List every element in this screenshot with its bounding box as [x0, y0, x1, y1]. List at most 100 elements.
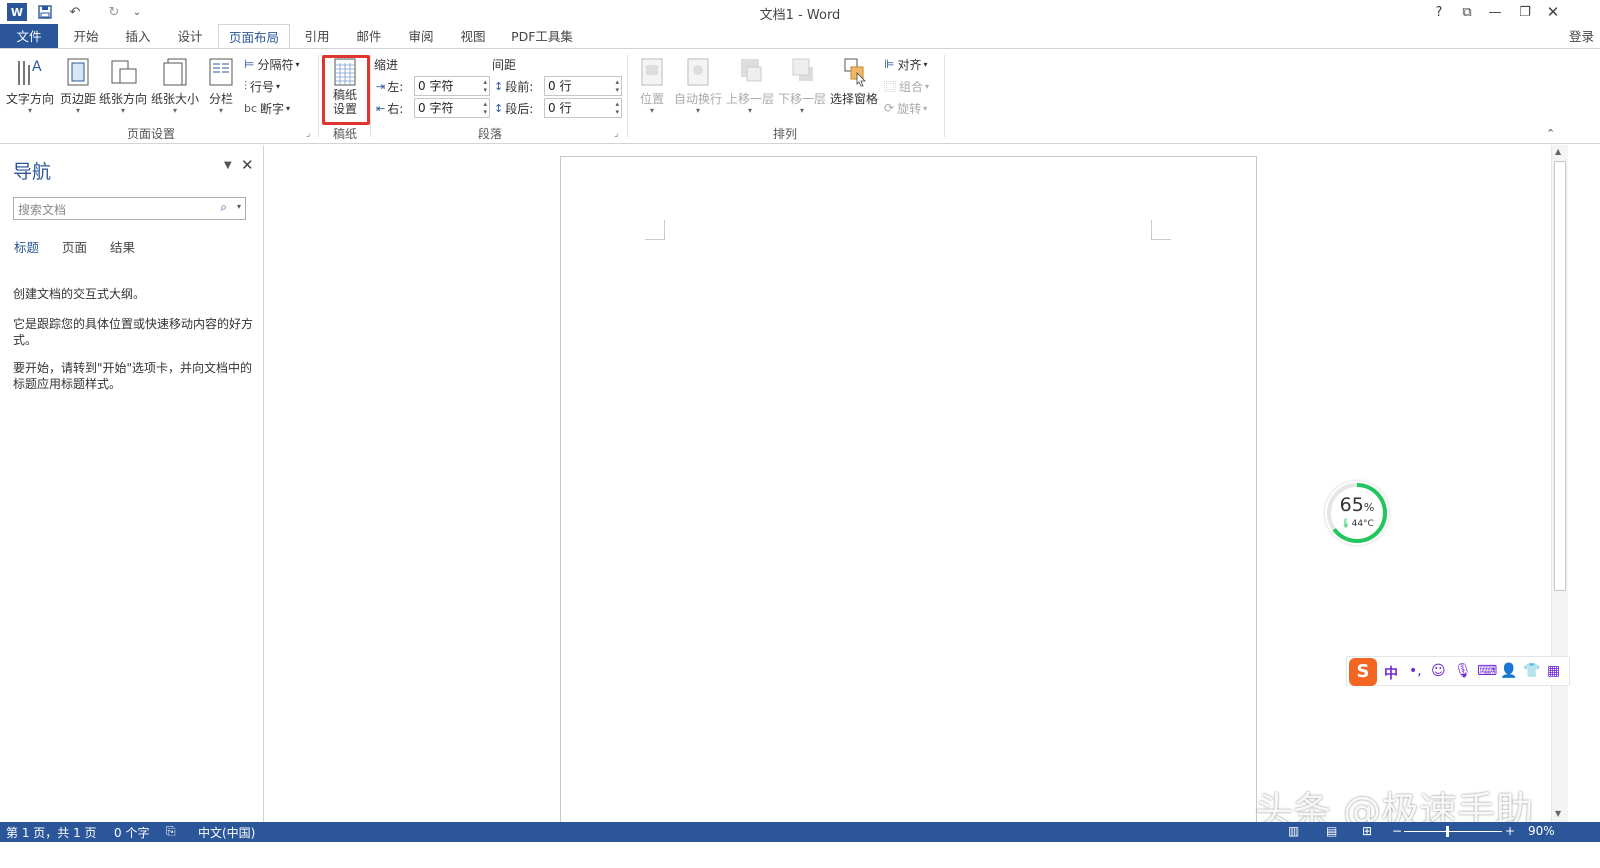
vertical-scrollbar[interactable]: ▲ ▼ [1551, 145, 1568, 822]
sign-in-link[interactable]: 登录 [1569, 26, 1594, 45]
spacing-after-input[interactable]: 0 行 ▴ ▾ [544, 98, 622, 118]
tab-home[interactable]: 开始 [62, 24, 110, 49]
group-label-manuscript: 稿纸 [332, 127, 357, 141]
zoom-in-button[interactable]: + [1505, 824, 1515, 838]
paragraph-launcher-icon[interactable]: ⌟ [614, 129, 618, 139]
tab-mailings[interactable]: 邮件 [346, 24, 392, 49]
spinner-arrows-icon[interactable]: ▴ ▾ [483, 100, 487, 116]
nav-close-icon[interactable]: ✕ [241, 156, 254, 174]
nav-message-1: 创建文档的交互式大纲。 [13, 287, 146, 301]
status-language[interactable]: 中文(中国) [198, 824, 255, 841]
spacing-before-label: ↕ 段前: [494, 79, 534, 94]
group-label-arrange: 排列 [772, 127, 797, 141]
columns-icon [209, 58, 233, 86]
ime-punctuation-toggle[interactable]: •, [1409, 663, 1422, 679]
breaks-button[interactable]: ⊨ 分隔符 ▾ [244, 55, 299, 73]
ime-skin-icon[interactable]: 👕 [1523, 663, 1540, 679]
window-title: 文档1 - Word [759, 8, 841, 23]
read-mode-icon[interactable]: ▥ [1288, 824, 1299, 838]
selection-pane-icon [844, 58, 866, 87]
help-button[interactable]: ? [1428, 2, 1450, 22]
ime-emoji-icon[interactable]: ☺ [1431, 663, 1446, 679]
ribbon-display-button[interactable]: ⧉ [1456, 2, 1478, 22]
align-icon: ⊫ [884, 57, 895, 71]
sogou-logo-icon[interactable]: S [1349, 658, 1377, 686]
tab-view[interactable]: 视图 [450, 24, 496, 49]
tab-file[interactable]: 文件 [0, 24, 58, 49]
ime-toolbox-icon[interactable]: ▦ [1547, 663, 1560, 679]
status-word-count[interactable]: 0 个字 [114, 824, 149, 841]
rotate-button[interactable]: ⟳ 旋转 ▾ [884, 99, 927, 117]
send-backward-button[interactable]: 下移一层 ▾ [776, 55, 828, 117]
bring-forward-button[interactable]: 上移一层 ▾ [724, 55, 776, 117]
text-direction-button[interactable]: A 文字方向 ▾ [4, 55, 56, 117]
position-button[interactable]: 位置 ▾ [634, 55, 670, 117]
page-setup-launcher-icon[interactable]: ⌟ [306, 129, 310, 139]
tab-insert[interactable]: 插入 [114, 24, 162, 49]
spinner-arrows-icon[interactable]: ▴ ▾ [483, 78, 487, 94]
line-numbers-button[interactable]: ⫶ 行号 ▾ [244, 77, 280, 95]
zoom-level[interactable]: 90% [1528, 824, 1555, 838]
group-icon: ⿴ [884, 79, 897, 94]
ime-user-icon[interactable]: 👤 [1500, 663, 1517, 679]
orientation-button[interactable]: 纸张方向 ▾ [98, 55, 148, 117]
search-icon[interactable]: ⌕ [220, 200, 227, 215]
selection-pane-button[interactable]: 选择窗格 [828, 55, 880, 117]
spacing-after-icon: ↕ [494, 101, 504, 115]
group-label-paragraph: 段落 [477, 127, 502, 141]
wrap-text-button[interactable]: 自动换行 ▾ [672, 55, 724, 117]
position-icon [641, 58, 663, 86]
hyphenation-button[interactable]: bc 断字 ▾ [244, 99, 290, 117]
nav-tab-pages[interactable]: 页面 [62, 237, 87, 256]
nav-options-icon[interactable]: ▼ [224, 160, 232, 171]
indent-left-input[interactable]: 0 字符 ▴ ▾ [414, 76, 490, 96]
align-button[interactable]: ⊫ 对齐 ▾ [884, 55, 927, 73]
proofing-icon[interactable]: ⎘ [166, 824, 176, 839]
scroll-up-icon[interactable]: ▲ [1555, 147, 1561, 156]
line-numbers-icon: ⫶ [244, 78, 248, 93]
ime-voice-icon[interactable]: 🎙 [1454, 663, 1472, 679]
spinner-arrows-icon[interactable]: ▴ ▾ [615, 78, 619, 94]
scroll-down-icon[interactable]: ▼ [1555, 809, 1561, 818]
ime-mode-toggle[interactable]: 中 [1384, 663, 1398, 683]
close-button[interactable]: ✕ [1542, 2, 1564, 22]
zoom-slider-track[interactable] [1404, 826, 1502, 837]
nav-tab-results[interactable]: 结果 [110, 237, 135, 256]
memory-gauge-widget[interactable]: 65% 🌡44°C [1325, 481, 1389, 545]
spacing-before-icon: ↕ [494, 79, 504, 93]
zoom-out-button[interactable]: − [1392, 824, 1402, 838]
spinner-arrows-icon[interactable]: ▴ ▾ [615, 100, 619, 116]
size-button[interactable]: 纸张大小 ▾ [150, 55, 200, 117]
tab-pdf-tools[interactable]: PDF工具集 [502, 24, 582, 49]
indent-right-icon: ⇤ [376, 101, 386, 115]
columns-button[interactable]: 分栏 ▾ [204, 55, 238, 117]
document-page[interactable] [560, 156, 1257, 856]
collapse-ribbon-icon[interactable]: ⌃ [1546, 127, 1555, 140]
tab-design[interactable]: 设计 [166, 24, 214, 49]
nav-tab-headings[interactable]: 标题 [14, 237, 39, 256]
status-page[interactable]: 第 1 页，共 1 页 [6, 824, 97, 841]
minimize-button[interactable]: — [1484, 2, 1506, 22]
group-button[interactable]: ⿴组合 ▾ [884, 77, 929, 95]
tab-references[interactable]: 引用 [294, 24, 340, 49]
print-layout-icon[interactable]: ▤ [1326, 824, 1337, 838]
web-layout-icon[interactable]: ⊞ [1362, 824, 1372, 838]
scroll-thumb[interactable] [1554, 161, 1566, 591]
tab-review[interactable]: 审阅 [398, 24, 444, 49]
tab-page-layout[interactable]: 页面布局 [218, 24, 290, 50]
zoom-slider-thumb[interactable] [1446, 826, 1450, 837]
group-separator [318, 55, 319, 137]
ime-keyboard-icon[interactable]: ⌨ [1477, 663, 1497, 679]
group-separator [944, 55, 945, 137]
spacing-before-input[interactable]: 0 行 ▴ ▾ [544, 76, 622, 96]
indent-right-label: ⇤ 右: [376, 101, 404, 116]
navigation-pane: 导航 ▼ ✕ 搜索文档 ⌕ ▾ 标题 页面 结果 创建文档的交互式大纲。 它是跟… [0, 145, 264, 822]
restore-button[interactable]: ❐ [1514, 2, 1536, 22]
margins-button[interactable]: 页边距 ▾ [56, 55, 100, 117]
indent-right-input[interactable]: 0 字符 ▴ ▾ [414, 98, 490, 118]
margins-icon [67, 58, 89, 86]
indent-left-icon: ⇥ [376, 79, 386, 93]
title-bar: W ↶ ↻ ⌄ 文档1 - Word ? ⧉ — ❐ ✕ [0, 0, 1600, 24]
search-dropdown-icon[interactable]: ▾ [237, 202, 241, 211]
nav-search-input[interactable]: 搜索文档 ⌕ ▾ [13, 197, 246, 220]
